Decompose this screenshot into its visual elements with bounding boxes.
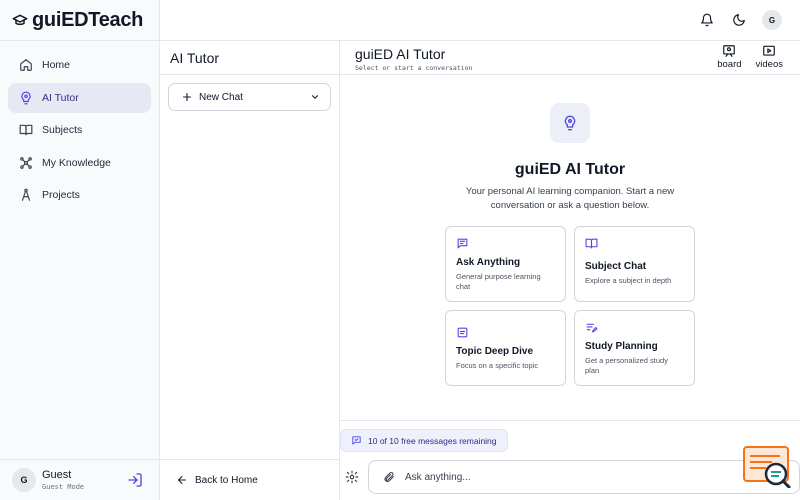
compass-icon <box>18 187 34 203</box>
board-icon <box>723 45 736 57</box>
hero-title: guiED AI Tutor <box>514 161 626 178</box>
hero-description: Your personal AI learning companion. Sta… <box>465 186 675 211</box>
card-ask-anything[interactable]: Ask Anything General purpose learning ch… <box>445 226 566 302</box>
home-icon <box>18 57 34 73</box>
book-icon <box>18 122 34 138</box>
card-title: Study Planning <box>585 341 658 352</box>
card-description: Get a personalized study plan <box>585 356 668 375</box>
sidebar-item-label: Subjects <box>42 124 83 136</box>
avatar[interactable]: G <box>12 468 36 492</box>
lightbulb-icon <box>550 103 590 143</box>
main-header: guiED AI Tutor Select or start a convers… <box>340 41 800 75</box>
card-description: Focus on a specific topic <box>456 361 539 370</box>
sidebar-item-ai-tutor[interactable]: AI Tutor <box>8 82 151 113</box>
sidebar-item-subjects[interactable]: Subjects <box>8 115 151 145</box>
bell-icon[interactable] <box>698 11 716 29</box>
card-subject-chat[interactable]: Subject Chat Explore a subject in depth <box>574 226 695 302</box>
welcome-hero: guiED AI Tutor Your personal AI learning… <box>340 103 800 212</box>
panel-title: AI Tutor <box>160 41 339 75</box>
card-title: Subject Chat <box>585 261 647 272</box>
main-panel: guiED AI Tutor Select or start a convers… <box>340 41 800 500</box>
message-input-box <box>368 460 800 494</box>
gear-icon[interactable] <box>342 467 362 487</box>
graduation-cap-icon <box>12 14 28 26</box>
sidebar-item-my-knowledge[interactable]: My Knowledge <box>8 148 151 178</box>
top-bar: G <box>160 0 800 41</box>
search-help-icon[interactable] <box>742 444 792 488</box>
plus-icon <box>182 92 192 102</box>
plan-icon <box>585 321 599 335</box>
document-icon <box>456 326 470 340</box>
sidebar-item-label: Projects <box>42 189 80 201</box>
card-topic-deep-dive[interactable]: Topic Deep Dive Focus on a specific topi… <box>445 310 566 386</box>
chevron-down-icon <box>311 95 319 99</box>
card-description: Explore a subject in depth <box>585 276 672 285</box>
header-actions: board videos <box>717 44 783 70</box>
back-to-home-label: Back to Home <box>195 474 258 486</box>
sidebar-item-label: Home <box>42 59 71 71</box>
moon-icon[interactable] <box>730 11 748 29</box>
paperclip-icon[interactable] <box>383 471 395 483</box>
message-icon <box>352 436 361 445</box>
new-chat-label: New Chat <box>199 91 243 103</box>
starter-cards: Ask Anything General purpose learning ch… <box>445 226 695 386</box>
video-icon <box>763 45 776 56</box>
composer-area: 10 of 10 free messages remaining <box>340 420 800 500</box>
lightbulb-icon <box>18 90 34 106</box>
sidebar-nav: Home AI Tutor Subjects My Knowledge Proj… <box>0 41 159 210</box>
sign-in-icon[interactable] <box>127 472 143 488</box>
chat-list-panel: AI Tutor New Chat Back to Home <box>160 41 340 500</box>
board-label: board <box>717 59 742 70</box>
user-info: Guest Guest Mode <box>42 469 127 491</box>
top-bar-actions: G <box>698 10 782 30</box>
user-panel: G Guest Guest Mode <box>0 459 159 500</box>
card-title: Ask Anything <box>456 257 521 268</box>
book-open-icon <box>585 237 599 251</box>
brand[interactable]: guiEDTeach <box>0 0 159 41</box>
network-icon <box>18 155 34 171</box>
message-input[interactable] <box>405 471 799 483</box>
user-mode: Guest Mode <box>42 483 85 491</box>
sidebar-item-label: My Knowledge <box>42 156 111 169</box>
brand-name: guiEDTeach <box>32 8 144 31</box>
avatar[interactable]: G <box>762 10 782 30</box>
videos-label: videos <box>755 59 783 70</box>
quota-text: 10 of 10 free messages remaining <box>368 435 497 446</box>
sidebar-item-projects[interactable]: Projects <box>8 180 151 210</box>
chat-icon <box>456 237 470 251</box>
quota-badge: 10 of 10 free messages remaining <box>340 429 508 452</box>
videos-button[interactable]: videos <box>756 44 783 70</box>
card-title: Topic Deep Dive <box>456 346 534 357</box>
input-row <box>340 460 800 494</box>
board-button[interactable]: board <box>717 44 742 70</box>
card-description: General purpose learning chat <box>456 272 541 291</box>
back-to-home-button[interactable]: Back to Home <box>160 459 339 500</box>
new-chat-button[interactable]: New Chat <box>168 83 331 111</box>
card-study-planning[interactable]: Study Planning Get a personalized study … <box>574 310 695 386</box>
arrow-left-icon <box>178 476 186 484</box>
sidebar-item-label: AI Tutor <box>42 91 79 104</box>
user-name: Guest <box>42 469 72 481</box>
sidebar-item-home[interactable]: Home <box>8 50 151 80</box>
sidebar: guiEDTeach Home AI Tutor Subjects My Kno… <box>0 0 160 500</box>
